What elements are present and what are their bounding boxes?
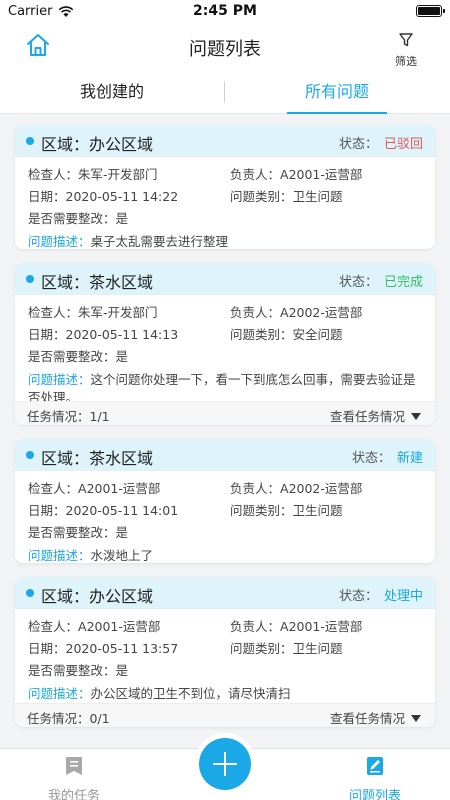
category-value: 卫生问题 (292, 641, 343, 656)
tab-bar: 我创建的 所有问题 (0, 70, 450, 114)
category-value: 卫生问题 (292, 503, 343, 518)
card-header: 区域：茶水区域 状态： 新建 (15, 439, 435, 471)
area-name: 区域：办公区域 (41, 587, 154, 606)
status-field: 状态： 已驳回 (338, 137, 423, 152)
status-field: 状态： 已完成 (338, 275, 423, 290)
tab-all-issues[interactable]: 所有问题 (237, 70, 437, 114)
rectify-value: 是 (115, 663, 129, 678)
task-count: 1/1 (89, 409, 110, 424)
status-bar: Carrier 2:45 PM (0, 0, 450, 22)
date-value: 2020-05-11 14:13 (65, 327, 179, 342)
status-field: 状态： 处理中 (338, 589, 423, 604)
owner-value: A2001-运营部 (280, 619, 363, 634)
status-badge: 已驳回 (383, 137, 423, 152)
tab-all-issues-label: 所有问题 (304, 82, 369, 101)
status-badge: 新建 (396, 451, 423, 466)
filter-icon (399, 33, 413, 47)
clock: 2:45 PM (193, 3, 257, 19)
tab-issue-list[interactable]: 问题列表 (325, 755, 425, 800)
task-doc-icon (66, 757, 82, 775)
status-badge: 处理中 (383, 589, 423, 604)
area-name: 区域：办公区域 (41, 135, 154, 154)
battery-icon (416, 5, 445, 17)
issue-description: 问题描述：办公区域的卫生不到位，请尽快清扫 (28, 686, 291, 701)
category-value: 卫生问题 (292, 189, 343, 204)
issue-card[interactable]: 区域：办公区域 状态： 处理中 检查人：A2001-运营部 负责人：A2001-运营… (15, 577, 435, 727)
triangle-down-icon (411, 715, 421, 722)
tab-divider (224, 81, 225, 103)
page-title: 问题列表 (189, 39, 261, 60)
issue-description: 问题描述：桌子太乱需要去进行整理 (28, 234, 229, 249)
date-value: 2020-05-11 13:57 (65, 641, 179, 656)
issue-description: 问题描述：水泼地上了 (28, 548, 154, 563)
filter-label: 筛选 (395, 55, 417, 68)
add-issue-button[interactable] (199, 738, 251, 790)
inspector-value: 朱军-开发部门 (78, 167, 158, 182)
status-badge: 已完成 (383, 275, 423, 290)
filter-button[interactable]: 筛选 (392, 32, 420, 69)
active-tab-indicator (287, 112, 387, 114)
owner-value: A2002-运营部 (280, 481, 363, 496)
nav-bar: 问题列表 筛选 (0, 22, 450, 70)
bullet-dot-icon (26, 137, 34, 145)
date-value: 2020-05-11 14:22 (65, 189, 179, 204)
bullet-dot-icon (26, 451, 34, 459)
view-tasks-button[interactable]: 查看任务情况 (330, 708, 421, 727)
inspector-value: 朱军-开发部门 (78, 305, 158, 320)
task-footer: 任务情况：0/1 查看任务情况 (15, 703, 435, 727)
rectify-value: 是 (115, 211, 129, 226)
bullet-dot-icon (26, 589, 34, 597)
issue-card[interactable]: 区域：办公区域 状态： 已驳回 检查人：朱军-开发部门 负责人：A2001-运营部 … (15, 125, 435, 249)
card-header: 区域：办公区域 状态： 处理中 (15, 577, 435, 609)
inspector-value: A2001-运营部 (78, 619, 161, 634)
rectify-value: 是 (115, 525, 129, 540)
status-field: 状态： 新建 (351, 451, 423, 466)
card-header: 区域：办公区域 状态： 已驳回 (15, 125, 435, 157)
issue-list-icon (367, 757, 383, 775)
tab-my-tasks[interactable]: 我的任务 (24, 755, 124, 800)
area-name: 区域：茶水区域 (41, 273, 154, 292)
card-header: 区域：茶水区域 状态： 已完成 (15, 263, 435, 295)
rectify-value: 是 (115, 349, 129, 364)
owner-value: A2002-运营部 (280, 305, 363, 320)
inspector-value: A2001-运营部 (78, 481, 161, 496)
task-footer: 任务情况：1/1 查看任务情况 (15, 401, 435, 425)
category-value: 安全问题 (292, 327, 343, 342)
task-count: 0/1 (89, 711, 110, 726)
area-name: 区域：茶水区域 (41, 449, 154, 468)
owner-value: A2001-运营部 (280, 167, 363, 182)
tab-issue-list-label: 问题列表 (348, 789, 401, 800)
issue-card[interactable]: 区域：茶水区域 状态： 已完成 检查人：朱军-开发部门 负责人：A2002-运营部 … (15, 263, 435, 425)
bullet-dot-icon (26, 275, 34, 283)
view-tasks-button[interactable]: 查看任务情况 (330, 406, 421, 425)
date-value: 2020-05-11 14:01 (65, 503, 179, 518)
tab-created-by-me[interactable]: 我创建的 (12, 70, 212, 114)
issue-card[interactable]: 区域：茶水区域 状态： 新建 检查人：A2001-运营部 负责人：A2002-运营部… (15, 439, 435, 563)
triangle-down-icon (411, 413, 421, 420)
tab-my-tasks-label: 我的任务 (47, 789, 100, 800)
